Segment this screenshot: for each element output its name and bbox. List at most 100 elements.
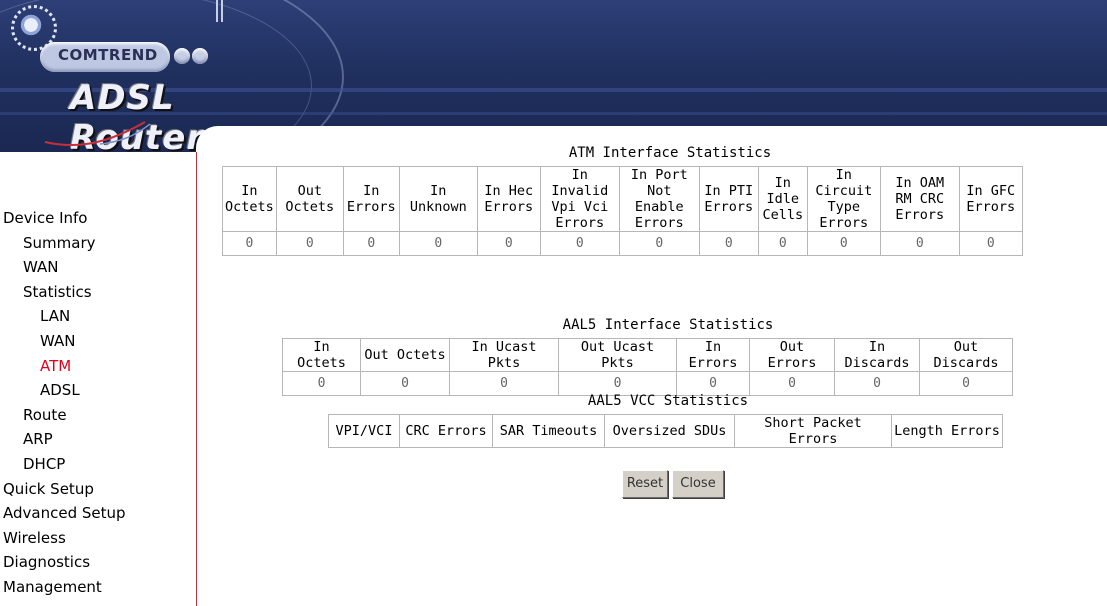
column-header-line: In Port [630, 167, 688, 183]
sidebar: Device Info Summary WAN Statistics LAN WAN ATM… [0, 152, 197, 606]
table-cell: 0 [757, 231, 808, 256]
aal5-table-title: AAL5 Interface Statistics [562, 317, 774, 333]
table-cell: 0 [676, 371, 750, 396]
column-header-line: Errors [704, 199, 754, 215]
table-cell: 0 [539, 231, 620, 256]
table-row: 00000000 [282, 371, 1013, 396]
table-cell: 0 [558, 371, 677, 396]
column-header-line: In GFC [966, 183, 1016, 199]
column-header-line: Idle [766, 191, 800, 207]
sidebar-nav: Device Info Summary WAN Statistics LAN WAN ATM… [0, 206, 196, 600]
column-header: In OAM RM CRC Errors [879, 166, 960, 232]
column-header: In GFC Errors [958, 166, 1023, 232]
column-header-line: In OAM [895, 175, 945, 191]
sidebar-item-summary[interactable]: Summary [0, 231, 196, 256]
column-header: In Circuit Type Errors [806, 166, 881, 232]
banner-line [221, 0, 223, 22]
reset-button[interactable]: Reset [622, 470, 668, 498]
close-button[interactable]: Close [672, 470, 724, 498]
column-header: Out Errors [749, 338, 835, 372]
sidebar-item-device-info[interactable]: Device Info [0, 206, 196, 231]
column-header-line: Type [827, 199, 861, 215]
column-header: Oversized SDUs [604, 414, 735, 448]
column-header: In Discards [834, 338, 920, 372]
sidebar-item-management[interactable]: Management [0, 575, 196, 600]
column-header-line: Unknown [409, 199, 467, 215]
column-header: Length Errors [891, 414, 1003, 448]
table-cell: 0 [282, 371, 361, 396]
column-header-line: In Hec [484, 183, 534, 199]
column-header-line: Octets [225, 199, 274, 215]
sidebar-item-arp[interactable]: ARP [0, 427, 196, 452]
vcc-statistics-table: VPI/VCI CRC Errors SAR Timeouts Oversized S… [328, 414, 1003, 448]
column-header-line: Vpi Vci [551, 199, 609, 215]
column-header: In Hec Errors [476, 166, 541, 232]
sidebar-item-diagnostics[interactable]: Diagnostics [0, 550, 196, 575]
table-cell: 0 [342, 231, 400, 256]
table-header-row: VPI/VCI CRC Errors SAR Timeouts Oversized S… [328, 414, 1003, 448]
table-cell: 0 [749, 371, 835, 396]
column-header-line: In [363, 183, 380, 199]
column-header-line: Errors [895, 207, 945, 223]
banner-line [216, 0, 218, 22]
sidebar-item-quick-setup[interactable]: Quick Setup [0, 477, 196, 502]
sidebar-item-atm[interactable]: ATM [0, 354, 196, 379]
column-header: Out Octets [360, 338, 450, 372]
table-row: 000000000000 [222, 231, 1023, 256]
sidebar-item-advanced-setup[interactable]: Advanced Setup [0, 501, 196, 526]
brand-dot-icon [192, 48, 208, 64]
table-cell: 0 [618, 231, 700, 256]
column-header-line: Out [297, 183, 322, 199]
column-header: In Ucast Pkts [449, 338, 559, 372]
table-header-row: In Octets Out Octets In Ucast Pkts Out Ucas… [282, 338, 1013, 372]
column-header: In PTI Errors [698, 166, 759, 232]
brand-name: COMTREND [58, 46, 158, 64]
column-header: In Idle Cells [757, 166, 808, 232]
sidebar-item-statistics[interactable]: Statistics [0, 280, 196, 305]
column-header-line: Errors [484, 199, 534, 215]
aal5-statistics-table: In Octets Out Octets In Ucast Pkts Out Ucas… [282, 338, 1013, 396]
table-cell: 0 [275, 231, 344, 256]
column-header: Out Octets [275, 166, 344, 232]
table-cell: 0 [879, 231, 960, 256]
column-header-line: In [430, 183, 447, 199]
sidebar-item-wireless[interactable]: Wireless [0, 526, 196, 551]
column-header: In Unknown [398, 166, 478, 232]
table-cell: 0 [806, 231, 881, 256]
table-cell: 0 [958, 231, 1023, 256]
sun-logo-icon [11, 5, 57, 51]
column-header: In Octets [222, 166, 277, 232]
vcc-table-title: AAL5 VCC Statistics [587, 393, 749, 409]
column-header: SAR Timeouts [492, 414, 605, 448]
sidebar-item-lan[interactable]: LAN [0, 304, 196, 329]
sidebar-item-dhcp[interactable]: DHCP [0, 452, 196, 477]
column-header-line: In [241, 183, 258, 199]
table-cell: 0 [698, 231, 759, 256]
table-cell: 0 [476, 231, 541, 256]
table-cell: 0 [834, 371, 920, 396]
sidebar-item-wan[interactable]: WAN [0, 329, 196, 354]
table-cell: 0 [919, 371, 1013, 396]
column-header: In Errors [342, 166, 400, 232]
column-header-line: Errors [966, 199, 1016, 215]
column-header-line: Errors [555, 215, 605, 231]
brand-dot-icon [174, 48, 190, 64]
column-header: VPI/VCI [328, 414, 400, 448]
column-header-line: Cells [762, 207, 804, 223]
atm-statistics-table: In Octets Out Octets In Errors In Unknown In Hec… [222, 166, 1023, 256]
atm-table-title: ATM Interface Statistics [568, 145, 772, 161]
column-header-line: RM CRC [895, 191, 945, 207]
column-header: CRC Errors [399, 414, 493, 448]
table-cell: 0 [398, 231, 478, 256]
sidebar-item-adsl[interactable]: ADSL [0, 378, 196, 403]
column-header-line: Octets [285, 199, 335, 215]
sidebar-item-route[interactable]: Route [0, 403, 196, 428]
column-header-line: In PTI [704, 183, 754, 199]
column-header-line: In Circuit [815, 167, 873, 199]
sidebar-item-wan[interactable]: WAN [0, 255, 196, 280]
column-header-line: Not Enable [634, 183, 684, 215]
column-header-line: In [774, 175, 791, 191]
column-header: In Octets [282, 338, 361, 372]
column-header: Short Packet Errors [734, 414, 892, 448]
column-header-line: Errors [634, 215, 684, 231]
